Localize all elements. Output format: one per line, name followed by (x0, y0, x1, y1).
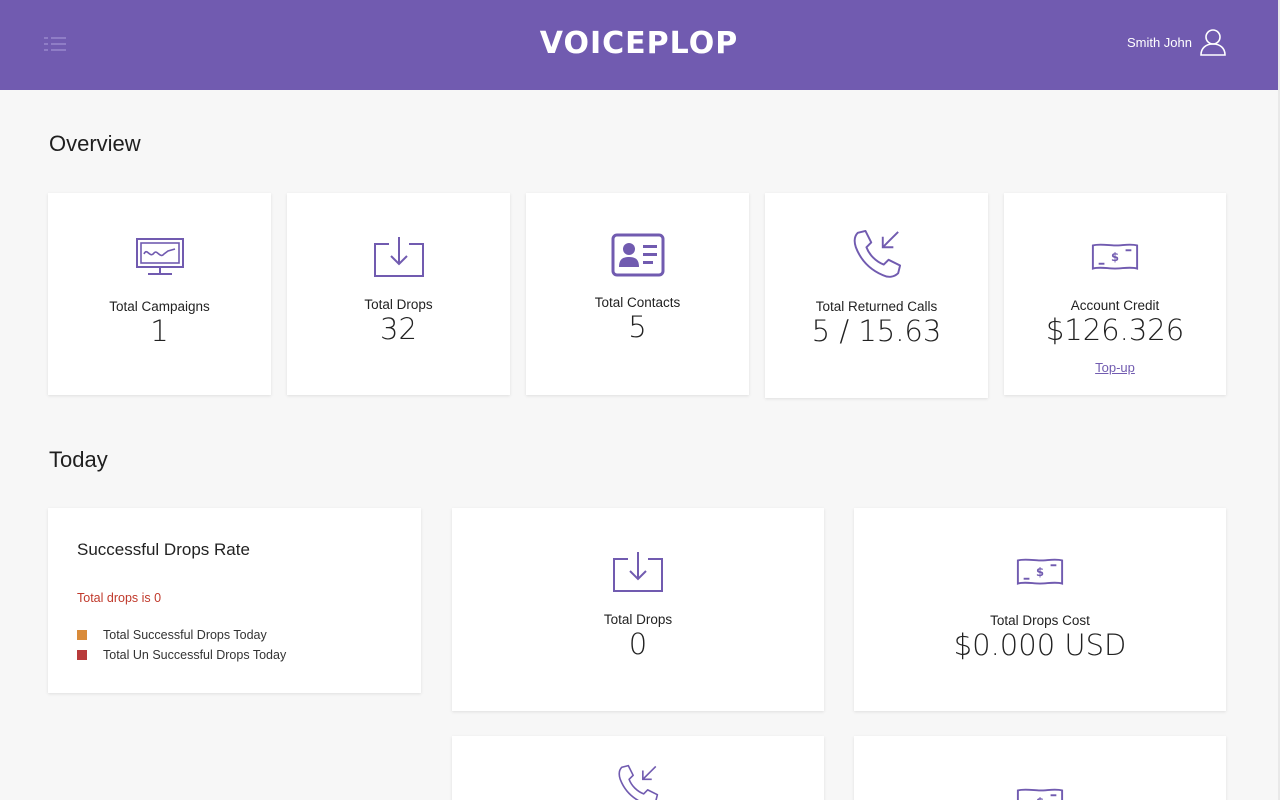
user-menu[interactable]: Smith John (1127, 28, 1226, 56)
stat-value: $0.000 USD (953, 628, 1127, 662)
stat-label: Total Drops (603, 612, 673, 627)
today-credit-card (854, 736, 1226, 800)
stat-label: Account Credit (1070, 298, 1160, 313)
stat-card-account-credit: Account Credit $126.326 Top-up (1004, 193, 1226, 395)
monitor-chart-icon (135, 238, 184, 275)
legend-label: Total Successful Drops Today (103, 628, 267, 642)
stat-label: Total Returned Calls (815, 299, 938, 314)
stat-card-total-drops: Total Drops 32 (287, 193, 510, 395)
rate-error-message: Total drops is 0 (77, 591, 162, 605)
stat-label: Total Drops (364, 297, 433, 312)
incoming-call-icon (617, 764, 659, 800)
today-total-drops-cost-card: Total Drops Cost $0.000 USD (854, 508, 1226, 711)
user-name: Smith John (1126, 34, 1192, 50)
stat-value: 5 (628, 310, 647, 344)
overview-title: Overview (49, 131, 141, 156)
banknote-icon (1090, 241, 1140, 273)
incoming-call-icon (852, 229, 902, 279)
legend-swatch (77, 630, 87, 640)
stat-value: 32 (380, 312, 417, 346)
today-total-drops-card: Total Drops 0 (452, 508, 824, 711)
banknote-icon (1015, 556, 1065, 588)
top-up-link[interactable]: Top-up (1095, 360, 1135, 375)
download-tray-icon (373, 233, 425, 281)
today-title: Today (49, 447, 108, 472)
stat-value: 1 (150, 314, 169, 348)
legend-swatch (77, 650, 87, 660)
legend-label: Total Un Successful Drops Today (103, 648, 287, 662)
stat-card-total-contacts: Total Contacts 5 (526, 193, 749, 395)
today-returned-calls-card (452, 736, 824, 800)
stat-card-total-returned-calls: Total Returned Calls 5 / 15.63 (765, 193, 988, 398)
app-logo[interactable]: VOICEPLOP (0, 26, 1278, 61)
app-header: VOICEPLOP Smith John (0, 0, 1278, 90)
banknote-icon (1015, 786, 1065, 800)
legend-item-unsuccessful[interactable]: Total Un Successful Drops Today (77, 648, 286, 662)
stat-value: 0 (628, 627, 648, 661)
stat-label: Total Drops Cost (990, 613, 1090, 628)
stat-value: $126.326 (1045, 313, 1185, 347)
stat-label: Total Campaigns (109, 299, 210, 314)
stat-label: Total Contacts (594, 295, 681, 310)
stat-card-total-campaigns: Total Campaigns 1 (48, 193, 271, 395)
rate-card-title: Successful Drops Rate (77, 540, 250, 559)
contact-card-icon (611, 233, 664, 277)
legend-item-successful[interactable]: Total Successful Drops Today (77, 628, 267, 642)
user-icon (1200, 29, 1226, 56)
stat-value: 5 / 15.63 (811, 314, 942, 348)
download-tray-icon (612, 548, 664, 596)
successful-drops-rate-card: Successful Drops Rate Total drops is 0 T… (48, 508, 421, 693)
